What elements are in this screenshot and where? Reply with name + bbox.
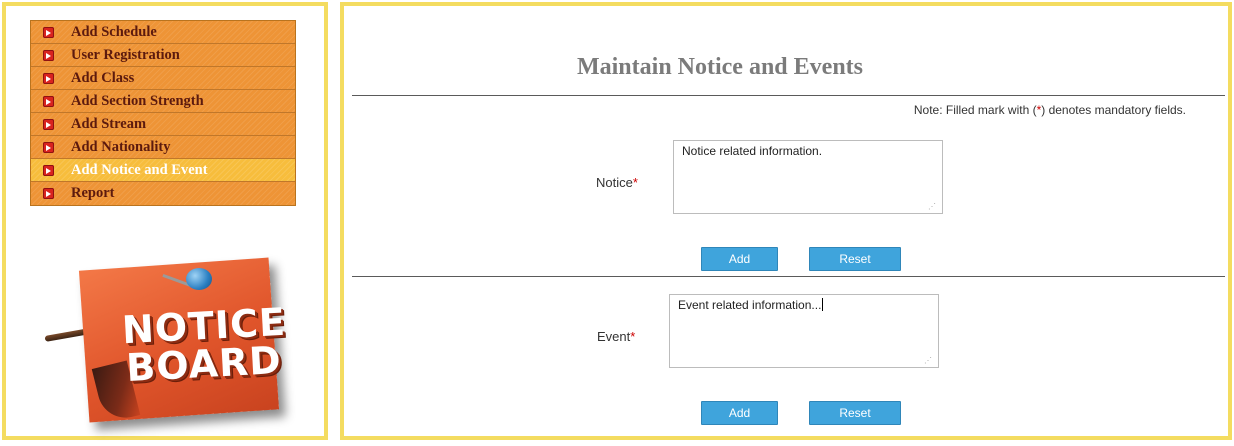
event-reset-button[interactable]: Reset	[809, 401, 901, 425]
event-label: Event*	[597, 329, 635, 344]
push-pin-icon	[186, 268, 212, 290]
note-suffix: ) denotes mandatory fields.	[1041, 103, 1186, 117]
menu-item-label: Report	[71, 185, 115, 201]
sidebar-menu: Add Schedule User Registration Add Class…	[30, 20, 296, 206]
required-mark: *	[632, 175, 638, 190]
notice-reset-button[interactable]: Reset	[809, 247, 901, 271]
event-textarea[interactable]: Event related information...	[669, 294, 939, 368]
required-mark: *	[630, 329, 636, 344]
arrow-bullet-icon	[43, 50, 54, 61]
menu-item-user-registration[interactable]: User Registration	[31, 44, 295, 67]
resize-grip-icon[interactable]: ⋰	[928, 203, 936, 211]
menu-item-label: Add Notice and Event	[71, 162, 208, 178]
menu-item-label: Add Section Strength	[71, 93, 204, 109]
menu-item-label: Add Stream	[71, 116, 147, 132]
notice-textarea[interactable]: Notice related information.	[673, 140, 943, 214]
resize-grip-icon[interactable]: ⋰	[924, 357, 932, 365]
arrow-bullet-icon	[43, 188, 54, 199]
notice-add-button[interactable]: Add	[701, 247, 778, 271]
event-add-button[interactable]: Add	[701, 401, 778, 425]
menu-item-report[interactable]: Report	[31, 182, 295, 205]
event-label-text: Event	[597, 329, 631, 344]
text-caret	[822, 298, 824, 311]
menu-item-add-nationality[interactable]: Add Nationality	[31, 136, 295, 159]
menu-item-label: Add Class	[71, 70, 135, 86]
notice-label: Notice*	[596, 175, 638, 190]
sidebar: Add Schedule User Registration Add Class…	[2, 2, 328, 440]
main-panel: Maintain Notice and Events Note: Filled …	[340, 2, 1232, 440]
menu-item-add-schedule[interactable]: Add Schedule	[31, 21, 295, 44]
menu-item-add-class[interactable]: Add Class	[31, 67, 295, 90]
event-text: Event related information...	[678, 298, 822, 312]
notice-board-image: NOTICE BOARD	[44, 246, 294, 424]
menu-item-add-section-strength[interactable]: Add Section Strength	[31, 90, 295, 113]
arrow-bullet-icon	[43, 119, 54, 130]
menu-item-add-stream[interactable]: Add Stream	[31, 113, 295, 136]
mandatory-note: Note: Filled mark with (*) denotes manda…	[914, 103, 1186, 117]
arrow-bullet-icon	[43, 142, 54, 153]
divider	[352, 276, 1225, 277]
menu-item-label: User Registration	[71, 47, 180, 63]
arrow-bullet-icon	[43, 96, 54, 107]
arrow-bullet-icon	[43, 165, 54, 176]
arrow-bullet-icon	[43, 73, 54, 84]
notice-label-text: Notice	[596, 175, 633, 190]
board-word-board: BOARD	[125, 337, 283, 391]
page-title: Maintain Notice and Events	[576, 54, 863, 80]
menu-item-label: Add Nationality	[71, 139, 171, 155]
note-prefix: Note: Filled mark with (	[913, 103, 1037, 117]
arrow-bullet-icon	[43, 27, 54, 38]
menu-item-label: Add Schedule	[71, 24, 157, 40]
menu-item-add-notice-and-event[interactable]: Add Notice and Event	[31, 159, 295, 182]
divider	[352, 95, 1225, 96]
